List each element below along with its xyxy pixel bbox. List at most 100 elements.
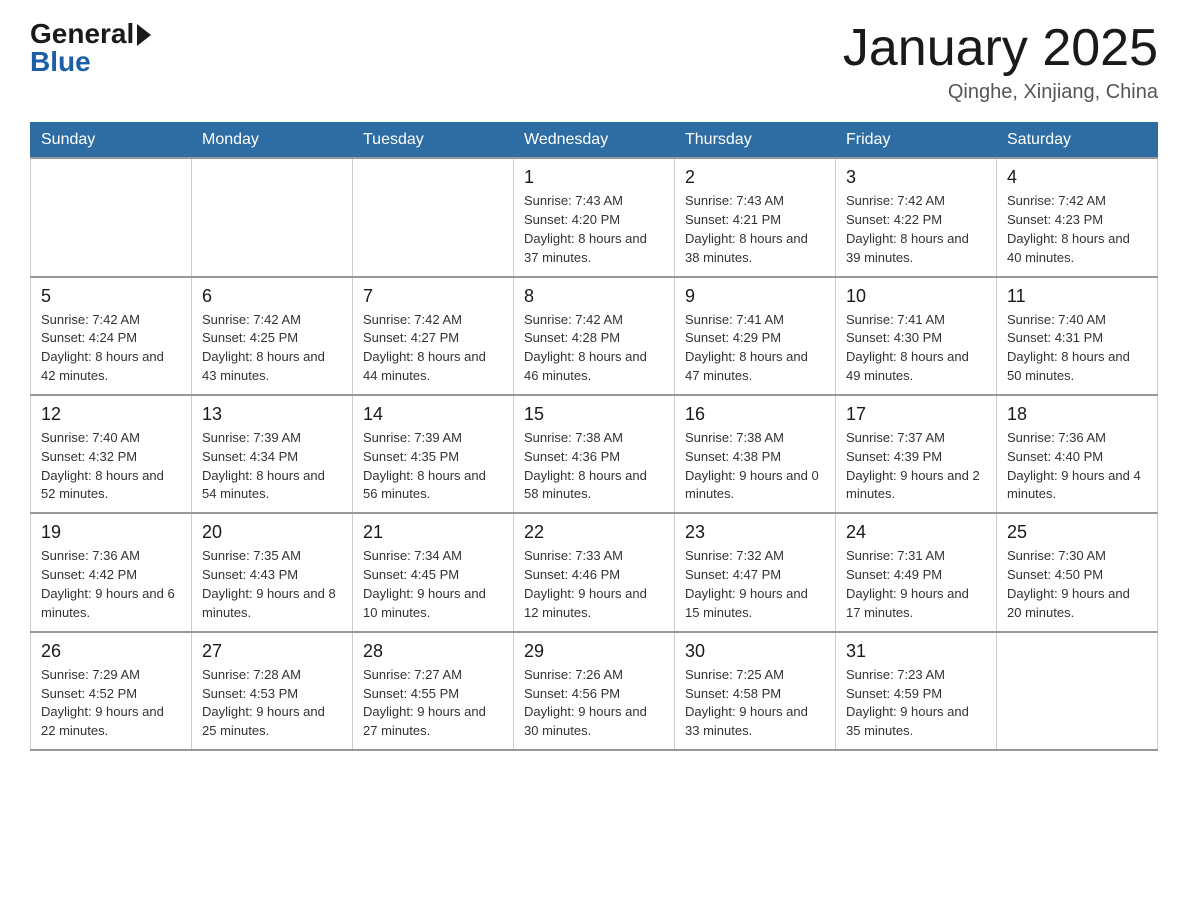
calendar-header-wednesday: Wednesday: [514, 123, 675, 159]
day-info: Sunrise: 7:42 AM Sunset: 4:24 PM Dayligh…: [41, 311, 181, 386]
day-info: Sunrise: 7:33 AM Sunset: 4:46 PM Dayligh…: [524, 547, 664, 622]
calendar-header-row: SundayMondayTuesdayWednesdayThursdayFrid…: [31, 123, 1158, 159]
calendar-week-row: 1 Sunrise: 7:43 AM Sunset: 4:20 PM Daylig…: [31, 158, 1158, 276]
day-info: Sunrise: 7:42 AM Sunset: 4:22 PM Dayligh…: [846, 192, 986, 267]
day-number: 22: [524, 522, 664, 543]
calendar-cell: [31, 158, 192, 276]
calendar-cell: 12 Sunrise: 7:40 AM Sunset: 4:32 PM Dayli…: [31, 395, 192, 513]
calendar-cell: 7 Sunrise: 7:42 AM Sunset: 4:27 PM Daylig…: [353, 277, 514, 395]
day-number: 24: [846, 522, 986, 543]
calendar-cell: 19 Sunrise: 7:36 AM Sunset: 4:42 PM Dayli…: [31, 513, 192, 631]
calendar-cell: 13Sunrise: 7:39 AM Sunset: 4:34 PM Dayli…: [192, 395, 353, 513]
day-info: Sunrise: 7:36 AM Sunset: 4:40 PM Dayligh…: [1007, 429, 1147, 504]
day-info: Sunrise: 7:26 AM Sunset: 4:56 PM Dayligh…: [524, 666, 664, 741]
day-number: 7: [363, 286, 503, 307]
day-number: 8: [524, 286, 664, 307]
day-number: 26: [41, 641, 181, 662]
logo-blue-text: Blue: [30, 48, 91, 76]
day-info: Sunrise: 7:27 AM Sunset: 4:55 PM Dayligh…: [363, 666, 503, 741]
day-info: Sunrise: 7:40 AM Sunset: 4:31 PM Dayligh…: [1007, 311, 1147, 386]
calendar-header-monday: Monday: [192, 123, 353, 159]
calendar-cell: [997, 632, 1158, 750]
day-info: Sunrise: 7:34 AM Sunset: 4:45 PM Dayligh…: [363, 547, 503, 622]
day-number: 6: [202, 286, 342, 307]
day-number: 18: [1007, 404, 1147, 425]
day-number: 16: [685, 404, 825, 425]
day-info: Sunrise: 7:38 AM Sunset: 4:38 PM Dayligh…: [685, 429, 825, 504]
day-info: Sunrise: 7:31 AM Sunset: 4:49 PM Dayligh…: [846, 547, 986, 622]
day-number: 23: [685, 522, 825, 543]
calendar-week-row: 12 Sunrise: 7:40 AM Sunset: 4:32 PM Dayli…: [31, 395, 1158, 513]
day-info: Sunrise: 7:40 AM Sunset: 4:32 PM Dayligh…: [41, 429, 181, 504]
day-number: 9: [685, 286, 825, 307]
day-number: 12: [41, 404, 181, 425]
calendar-cell: 14 Sunrise: 7:39 AM Sunset: 4:35 PM Dayli…: [353, 395, 514, 513]
day-number: 19: [41, 522, 181, 543]
calendar-cell: 3Sunrise: 7:42 AM Sunset: 4:22 PM Daylig…: [836, 158, 997, 276]
calendar-cell: 26 Sunrise: 7:29 AM Sunset: 4:52 PM Dayli…: [31, 632, 192, 750]
day-number: 29: [524, 641, 664, 662]
calendar-header-saturday: Saturday: [997, 123, 1158, 159]
location-text: Qinghe, Xinjiang, China: [843, 81, 1158, 104]
calendar-cell: 6Sunrise: 7:42 AM Sunset: 4:25 PM Daylig…: [192, 277, 353, 395]
day-number: 5: [41, 286, 181, 307]
day-number: 28: [363, 641, 503, 662]
title-block: January 2025 Qinghe, Xinjiang, China: [843, 20, 1158, 104]
day-number: 10: [846, 286, 986, 307]
day-number: 21: [363, 522, 503, 543]
day-number: 27: [202, 641, 342, 662]
day-info: Sunrise: 7:43 AM Sunset: 4:20 PM Dayligh…: [524, 192, 664, 267]
calendar-cell: 29 Sunrise: 7:26 AM Sunset: 4:56 PM Dayli…: [514, 632, 675, 750]
day-info: Sunrise: 7:35 AM Sunset: 4:43 PM Dayligh…: [202, 547, 342, 622]
calendar-cell: 22 Sunrise: 7:33 AM Sunset: 4:46 PM Dayli…: [514, 513, 675, 631]
month-title: January 2025: [843, 20, 1158, 77]
day-number: 1: [524, 167, 664, 188]
calendar-cell: 18 Sunrise: 7:36 AM Sunset: 4:40 PM Dayli…: [997, 395, 1158, 513]
calendar-cell: 4Sunrise: 7:42 AM Sunset: 4:23 PM Daylig…: [997, 158, 1158, 276]
calendar-table: SundayMondayTuesdayWednesdayThursdayFrid…: [30, 122, 1158, 751]
calendar-header-friday: Friday: [836, 123, 997, 159]
day-number: 14: [363, 404, 503, 425]
calendar-header-thursday: Thursday: [675, 123, 836, 159]
day-info: Sunrise: 7:30 AM Sunset: 4:50 PM Dayligh…: [1007, 547, 1147, 622]
day-info: Sunrise: 7:42 AM Sunset: 4:27 PM Dayligh…: [363, 311, 503, 386]
day-info: Sunrise: 7:39 AM Sunset: 4:35 PM Dayligh…: [363, 429, 503, 504]
calendar-cell: 28 Sunrise: 7:27 AM Sunset: 4:55 PM Dayli…: [353, 632, 514, 750]
calendar-cell: 20 Sunrise: 7:35 AM Sunset: 4:43 PM Dayli…: [192, 513, 353, 631]
day-number: 25: [1007, 522, 1147, 543]
day-info: Sunrise: 7:23 AM Sunset: 4:59 PM Dayligh…: [846, 666, 986, 741]
page-header: General Blue January 2025 Qinghe, Xinjia…: [30, 20, 1158, 104]
calendar-week-row: 26 Sunrise: 7:29 AM Sunset: 4:52 PM Dayli…: [31, 632, 1158, 750]
day-info: Sunrise: 7:32 AM Sunset: 4:47 PM Dayligh…: [685, 547, 825, 622]
day-number: 2: [685, 167, 825, 188]
calendar-cell: 15Sunrise: 7:38 AM Sunset: 4:36 PM Dayli…: [514, 395, 675, 513]
calendar-cell: 16 Sunrise: 7:38 AM Sunset: 4:38 PM Dayli…: [675, 395, 836, 513]
calendar-cell: 30 Sunrise: 7:25 AM Sunset: 4:58 PM Dayli…: [675, 632, 836, 750]
day-info: Sunrise: 7:43 AM Sunset: 4:21 PM Dayligh…: [685, 192, 825, 267]
calendar-cell: 10Sunrise: 7:41 AM Sunset: 4:30 PM Dayli…: [836, 277, 997, 395]
day-info: Sunrise: 7:28 AM Sunset: 4:53 PM Dayligh…: [202, 666, 342, 741]
day-number: 11: [1007, 286, 1147, 307]
day-info: Sunrise: 7:36 AM Sunset: 4:42 PM Dayligh…: [41, 547, 181, 622]
calendar-cell: 24 Sunrise: 7:31 AM Sunset: 4:49 PM Dayli…: [836, 513, 997, 631]
day-number: 13: [202, 404, 342, 425]
calendar-cell: 23 Sunrise: 7:32 AM Sunset: 4:47 PM Dayli…: [675, 513, 836, 631]
calendar-header-sunday: Sunday: [31, 123, 192, 159]
logo: General Blue: [30, 20, 151, 76]
day-number: 4: [1007, 167, 1147, 188]
calendar-cell: 8Sunrise: 7:42 AM Sunset: 4:28 PM Daylig…: [514, 277, 675, 395]
day-number: 30: [685, 641, 825, 662]
calendar-cell: 21 Sunrise: 7:34 AM Sunset: 4:45 PM Dayli…: [353, 513, 514, 631]
calendar-cell: 9Sunrise: 7:41 AM Sunset: 4:29 PM Daylig…: [675, 277, 836, 395]
day-number: 15: [524, 404, 664, 425]
calendar-cell: [192, 158, 353, 276]
day-number: 20: [202, 522, 342, 543]
day-info: Sunrise: 7:29 AM Sunset: 4:52 PM Dayligh…: [41, 666, 181, 741]
calendar-cell: 5 Sunrise: 7:42 AM Sunset: 4:24 PM Daylig…: [31, 277, 192, 395]
calendar-cell: 17Sunrise: 7:37 AM Sunset: 4:39 PM Dayli…: [836, 395, 997, 513]
logo-arrow-icon: [137, 24, 151, 46]
calendar-cell: 31Sunrise: 7:23 AM Sunset: 4:59 PM Dayli…: [836, 632, 997, 750]
calendar-cell: 2 Sunrise: 7:43 AM Sunset: 4:21 PM Daylig…: [675, 158, 836, 276]
day-info: Sunrise: 7:25 AM Sunset: 4:58 PM Dayligh…: [685, 666, 825, 741]
calendar-cell: 27 Sunrise: 7:28 AM Sunset: 4:53 PM Dayli…: [192, 632, 353, 750]
